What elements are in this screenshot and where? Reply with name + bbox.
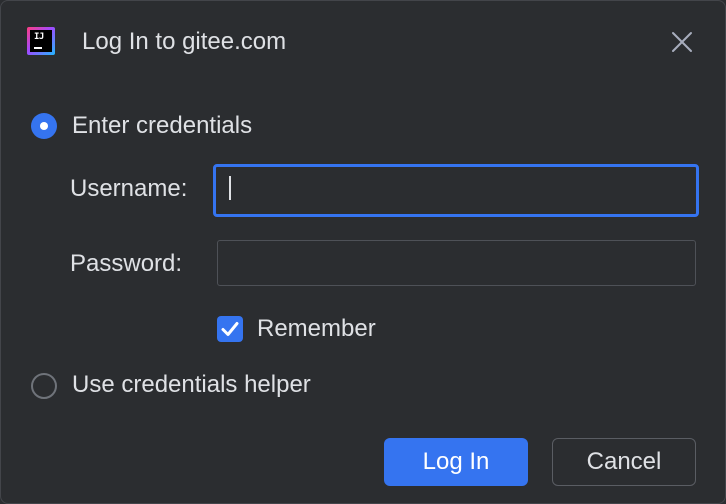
enter-credentials-label: Enter credentials	[72, 112, 253, 139]
login-dialog: IJ Log In to gitee.com Enter credentials…	[0, 0, 726, 504]
enter-credentials-radio[interactable]	[31, 113, 57, 139]
credentials-helper-radio[interactable]	[31, 373, 57, 399]
checkmark-icon	[221, 322, 239, 336]
password-label: Password:	[70, 250, 183, 277]
password-input[interactable]	[218, 241, 695, 285]
app-icon-text: IJ	[34, 32, 44, 42]
remember-checkbox[interactable]	[217, 316, 243, 342]
intellij-idea-icon: IJ	[27, 27, 55, 55]
close-icon	[672, 32, 692, 52]
login-button[interactable]: Log In	[384, 438, 528, 486]
credentials-helper-label: Use credentials helper	[72, 371, 311, 398]
close-button[interactable]	[667, 27, 697, 57]
cancel-button[interactable]: Cancel	[552, 438, 696, 486]
password-field[interactable]	[217, 240, 696, 286]
text-caret	[229, 176, 231, 200]
username-input[interactable]	[216, 167, 696, 214]
username-field[interactable]	[213, 164, 699, 217]
username-label: Username:	[70, 175, 188, 202]
dialog-title: Log In to gitee.com	[82, 28, 287, 55]
remember-label: Remember	[257, 315, 376, 342]
